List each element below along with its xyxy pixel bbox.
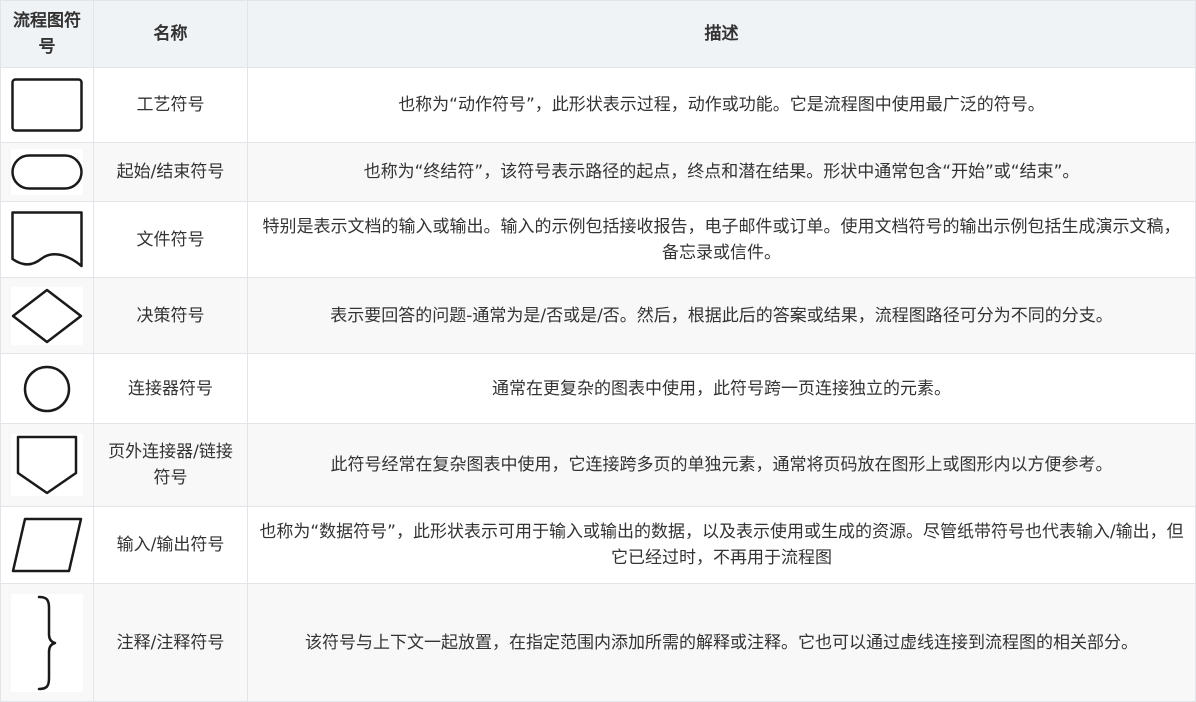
symbol-description: 特别是表示文档的输入或输出。输入的示例包括接收报告，电子邮件或订单。使用文档符号… xyxy=(262,216,1181,263)
off-page-pentagon-icon xyxy=(11,434,83,496)
connector-circle-icon xyxy=(11,360,83,417)
symbol-cell xyxy=(0,423,94,507)
name-cell: 文件符号 xyxy=(93,201,248,278)
symbol-cell xyxy=(0,277,94,354)
table-row: 注释/注释符号 该符号与上下文一起放置，在指定范围内添加所需的解释或注释。它也可… xyxy=(0,583,1196,702)
symbol-cell xyxy=(0,506,94,584)
symbol-name: 页外连接器/链接符号 xyxy=(108,442,233,488)
table-header-row: 流程图符号 名称 描述 xyxy=(0,0,1196,68)
symbol-cell xyxy=(0,583,94,702)
data-parallelogram-icon xyxy=(11,516,83,574)
header-symbol-label: 流程图符号 xyxy=(13,11,81,57)
name-cell: 工艺符号 xyxy=(93,67,248,143)
description-cell: 表示要回答的问题-通常为是/否或是/否。然后，根据此后的答案或结果，流程图路径可… xyxy=(247,277,1196,354)
symbol-description: 此符号经常在复杂图表中使用，它连接跨多页的单独元素，通常将页码放在图形上或图形内… xyxy=(330,455,1113,475)
symbol-name: 文件符号 xyxy=(136,229,205,250)
symbol-description: 也称为“终结符”，该符号表示路径的起点，终点和潜在结果。形状中通常包含“开始”或… xyxy=(363,162,1080,182)
description-cell: 该符号与上下文一起放置，在指定范围内添加所需的解释或注释。它也可以通过虚线连接到… xyxy=(247,583,1196,702)
description-cell: 也称为“动作符号”，此形状表示过程，动作或功能。它是流程图中使用最广泛的符号。 xyxy=(247,67,1196,143)
name-cell: 决策符号 xyxy=(93,277,248,354)
symbol-name: 输入/输出符号 xyxy=(116,535,225,555)
name-cell: 注释/注释符号 xyxy=(93,583,248,702)
flowchart-symbols-table: 流程图符号 名称 描述 工艺符号 也称为“动作符号”，此形状表示过程，动作或功能… xyxy=(0,0,1196,702)
annotation-brace-icon xyxy=(11,593,83,692)
symbol-name: 注释/注释符号 xyxy=(116,632,225,653)
name-cell: 连接器符号 xyxy=(93,353,248,424)
symbol-description: 该符号与上下文一起放置，在指定范围内添加所需的解释或注释。它也可以通过虚线连接到… xyxy=(305,632,1138,653)
table-row: 决策符号 表示要回答的问题-通常为是/否或是/否。然后，根据此后的答案或结果，流… xyxy=(0,277,1196,354)
symbol-cell xyxy=(0,67,94,143)
table-row: 连接器符号 通常在更复杂的图表中使用，此符号跨一页连接独立的元素。 xyxy=(0,353,1196,424)
header-symbol: 流程图符号 xyxy=(0,0,94,68)
table-row: 起始/结束符号 也称为“终结符”，该符号表示路径的起点，终点和潜在结果。形状中通… xyxy=(0,142,1196,202)
description-cell: 也称为“数据符号”，此形状表示可用于输入或输出的数据，以及表示使用或生成的资源。… xyxy=(247,506,1196,584)
table-row: 文件符号 特别是表示文档的输入或输出。输入的示例包括接收报告，电子邮件或订单。使… xyxy=(0,201,1196,278)
header-name-label: 名称 xyxy=(153,24,188,44)
description-cell: 此符号经常在复杂图表中使用，它连接跨多页的单独元素，通常将页码放在图形上或图形内… xyxy=(247,423,1196,507)
header-name: 名称 xyxy=(93,0,248,68)
header-description-label: 描述 xyxy=(704,24,739,44)
table-row: 页外连接器/链接符号 此符号经常在复杂图表中使用，它连接跨多页的单独元素，通常将… xyxy=(0,423,1196,507)
name-cell: 输入/输出符号 xyxy=(93,506,248,584)
document-wave-icon xyxy=(11,208,83,271)
table-row: 工艺符号 也称为“动作符号”，此形状表示过程，动作或功能。它是流程图中使用最广泛… xyxy=(0,67,1196,143)
process-rectangle-icon xyxy=(11,74,83,136)
symbol-name: 决策符号 xyxy=(136,305,205,326)
symbol-cell xyxy=(0,142,94,202)
decision-diamond-icon xyxy=(11,286,83,345)
description-cell: 也称为“终结符”，该符号表示路径的起点，终点和潜在结果。形状中通常包含“开始”或… xyxy=(247,142,1196,202)
symbol-name: 起始/结束符号 xyxy=(116,162,225,182)
symbol-description: 也称为“数据符号”，此形状表示可用于输入或输出的数据，以及表示使用或生成的资源。… xyxy=(259,522,1184,568)
table-row: 输入/输出符号 也称为“数据符号”，此形状表示可用于输入或输出的数据，以及表示使… xyxy=(0,506,1196,584)
symbol-name: 工艺符号 xyxy=(136,95,205,115)
name-cell: 页外连接器/链接符号 xyxy=(93,423,248,507)
symbol-cell xyxy=(0,353,94,424)
header-description: 描述 xyxy=(247,0,1196,68)
symbol-name: 连接器符号 xyxy=(128,378,213,399)
terminator-rounded-icon xyxy=(11,149,83,195)
description-cell: 特别是表示文档的输入或输出。输入的示例包括接收报告，电子邮件或订单。使用文档符号… xyxy=(247,201,1196,278)
symbol-description: 表示要回答的问题-通常为是/否或是/否。然后，根据此后的答案或结果，流程图路径可… xyxy=(330,305,1113,326)
symbol-description: 通常在更复杂的图表中使用，此符号跨一页连接独立的元素。 xyxy=(492,378,951,399)
symbol-cell xyxy=(0,201,94,278)
description-cell: 通常在更复杂的图表中使用，此符号跨一页连接独立的元素。 xyxy=(247,353,1196,424)
symbol-description: 也称为“动作符号”，此形状表示过程，动作或功能。它是流程图中使用最广泛的符号。 xyxy=(398,95,1045,115)
name-cell: 起始/结束符号 xyxy=(93,142,248,202)
